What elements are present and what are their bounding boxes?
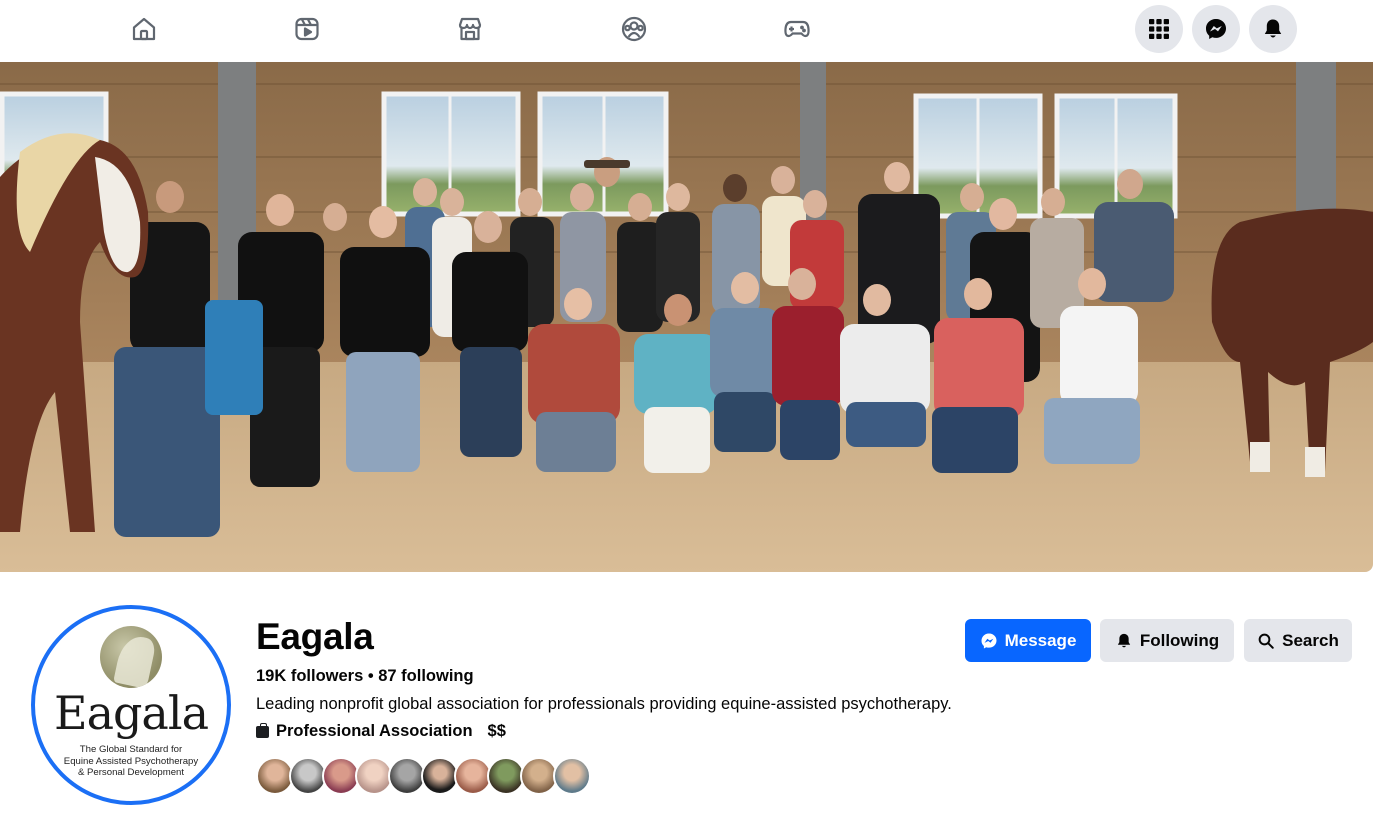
page-title: Eagala [256,616,374,657]
follower-stats[interactable]: 19K followers • 87 following [256,667,474,686]
follower-avatars [256,757,591,795]
messenger-button[interactable] [1192,5,1240,53]
groups-icon [621,16,647,42]
video-tab[interactable] [287,10,327,48]
logo-tagline-line-1: The Global Standard for [79,744,183,755]
page-bio: Leading nonprofit global association for… [256,695,952,713]
gaming-icon [784,20,810,38]
logo-tagline-line-2: Equine Assisted Psychotherapy [63,755,199,767]
messenger-icon [981,633,997,648]
search-icon [1258,633,1274,649]
category-row: Professional Association $$ [256,722,506,741]
logo-wordmark: Eagala [53,686,209,740]
logo-tagline-line-3: & Personal Development [77,767,185,778]
grid-menu-icon [1149,19,1169,39]
message-button-label: Message [1004,630,1077,650]
notifications-button[interactable] [1249,5,1297,53]
follower-avatar[interactable] [553,757,591,795]
groups-tab[interactable] [614,10,654,48]
search-button[interactable]: Search [1244,619,1352,662]
briefcase-icon [256,722,269,738]
profile-avatar[interactable]: Eagala The Global Standard for Equine As… [31,605,231,805]
cover-photo[interactable] [0,62,1373,572]
search-button-label: Search [1282,630,1339,650]
category-label[interactable]: Professional Association [276,722,473,741]
following-button-label: Following [1139,630,1220,650]
price-range: $$ [487,722,506,740]
cover-photo-image [0,62,1373,572]
marketplace-icon [458,17,482,41]
logo-tagline: The Global Standard for Equine Assisted … [56,744,206,779]
video-icon [295,17,319,41]
menu-button[interactable] [1135,5,1183,53]
home-icon [132,17,156,41]
following-button[interactable]: Following [1100,619,1234,662]
gaming-tab[interactable] [777,10,817,48]
marketplace-tab[interactable] [450,10,490,48]
messenger-icon [1206,19,1226,39]
message-button[interactable]: Message [965,619,1091,662]
home-tab[interactable] [124,10,164,48]
bell-icon [1264,19,1282,38]
bell-icon [1117,633,1130,647]
top-navigation [0,0,1373,58]
logo-horse-emblem [100,626,162,688]
